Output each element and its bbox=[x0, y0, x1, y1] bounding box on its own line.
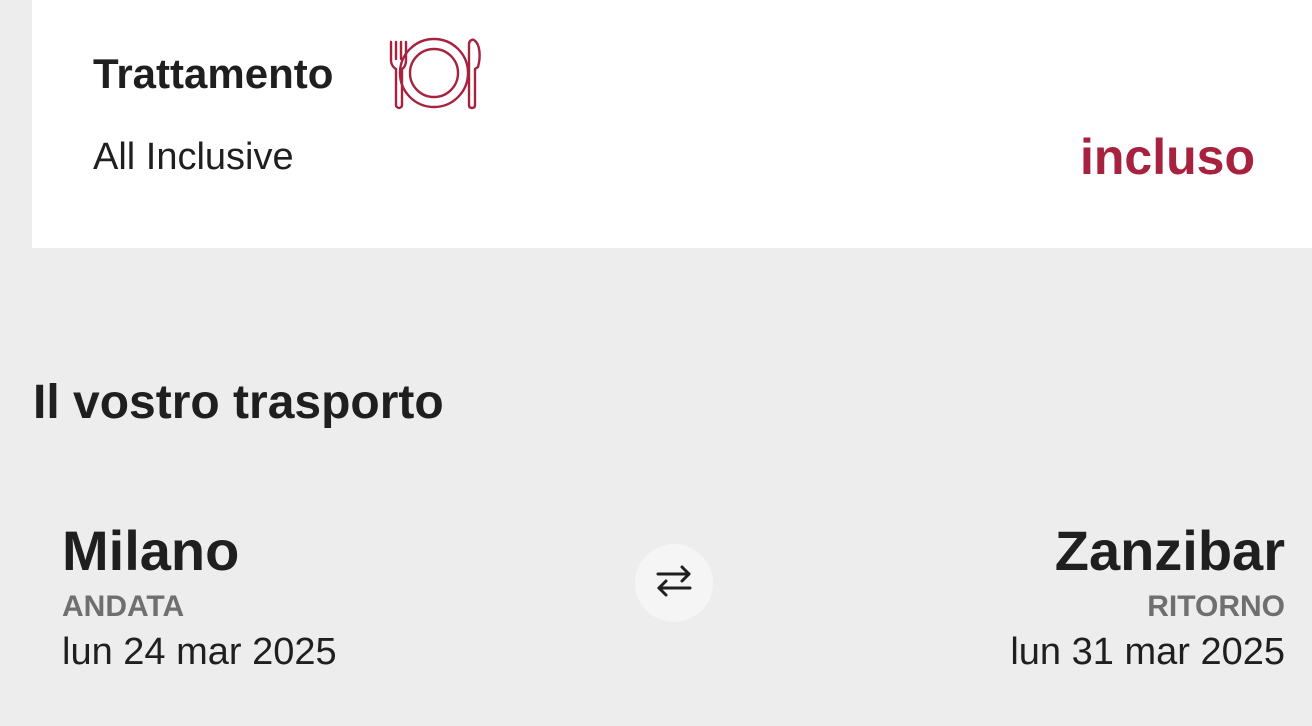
inbound-label: RITORNO bbox=[1147, 590, 1285, 623]
departure-city: Milano bbox=[62, 519, 240, 582]
return-date: lun 31 mar 2025 bbox=[1010, 631, 1285, 673]
board-card: Trattamento All Inclusive incluso bbox=[32, 0, 1312, 248]
included-status: incluso bbox=[1079, 129, 1255, 185]
transport-section-title: Il vostro trasporto bbox=[33, 376, 444, 429]
inbound-trip: Zanzibar RITORNO lun 31 mar 2025 bbox=[925, 520, 1285, 674]
destination-city: Zanzibar bbox=[1054, 519, 1285, 582]
outbound-label: ANDATA bbox=[62, 590, 185, 623]
board-title: Trattamento bbox=[93, 50, 334, 97]
plate-cutlery-icon bbox=[386, 36, 482, 110]
swap-route-button[interactable] bbox=[635, 544, 713, 622]
board-value: All Inclusive bbox=[93, 136, 294, 178]
departure-date: lun 24 mar 2025 bbox=[62, 631, 337, 673]
swap-arrows-icon bbox=[653, 560, 695, 607]
outbound-trip: Milano ANDATA lun 24 mar 2025 bbox=[62, 520, 422, 674]
